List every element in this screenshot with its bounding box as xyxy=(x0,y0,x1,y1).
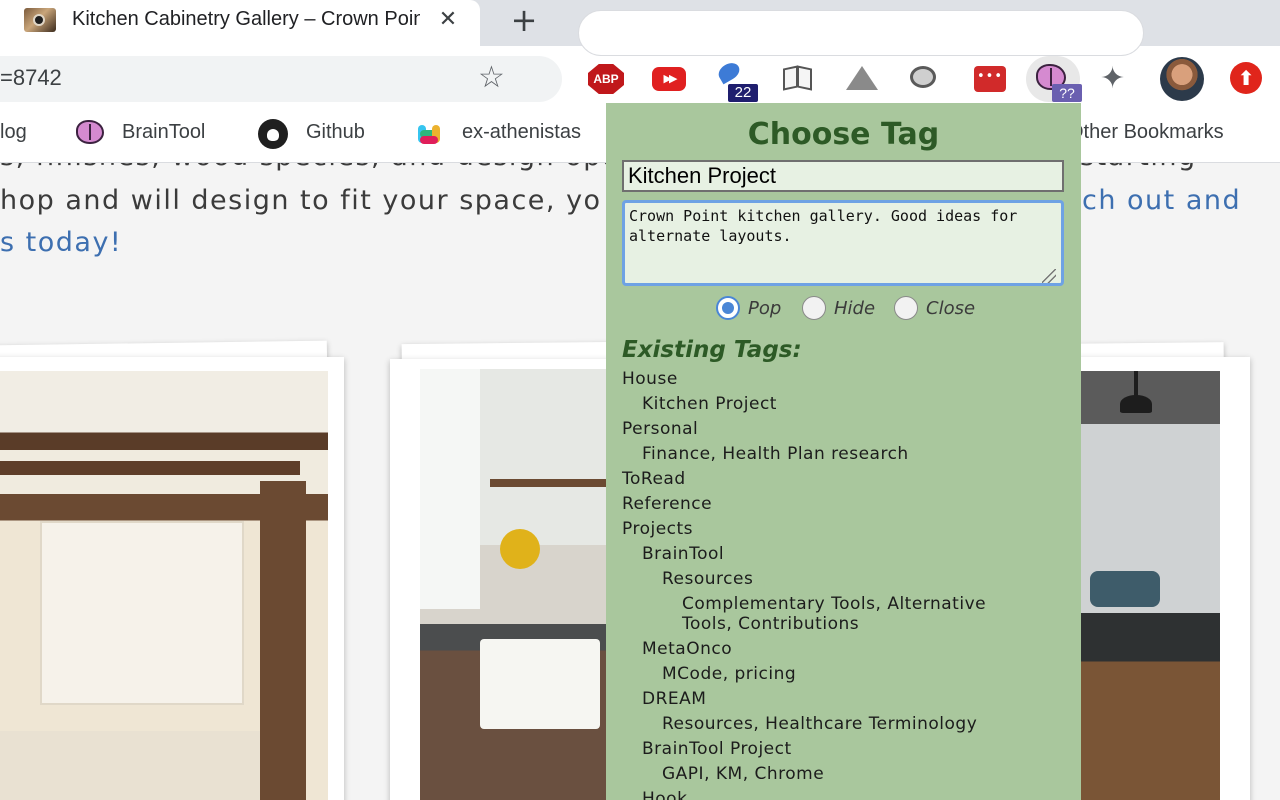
fast-forward-icon[interactable]: ▶▶ xyxy=(652,67,686,91)
radio-hide-button[interactable] xyxy=(802,296,826,320)
radio-close-label: Close xyxy=(926,298,976,319)
kitchen-photo-2 xyxy=(420,369,630,800)
tag-input[interactable]: Kitchen Project xyxy=(622,160,1064,192)
popup-title: Choose Tag xyxy=(747,117,940,152)
slack-icon xyxy=(414,119,444,149)
radio-pop-button[interactable] xyxy=(716,296,740,320)
abp-icon[interactable]: ABP xyxy=(588,64,624,94)
tag-item[interactable]: BrainTool Project xyxy=(642,739,792,759)
radio-close-button[interactable] xyxy=(894,296,918,320)
existing-tags-heading: Existing Tags: xyxy=(622,337,802,363)
braintool-bookmark-icon xyxy=(74,118,104,146)
tag-item[interactable]: MetaOnco xyxy=(642,639,732,659)
avatar[interactable] xyxy=(1160,57,1204,101)
extensions-pill xyxy=(578,10,1144,56)
bookmark-log[interactable]: log xyxy=(0,120,27,144)
active-tab[interactable]: Kitchen Cabinetry Gallery – Crown Point … xyxy=(0,0,480,46)
choose-tag-popup: Choose Tag Kitchen Project Crown Point k… xyxy=(606,103,1081,800)
star-icon[interactable]: ☆ xyxy=(478,61,505,95)
radio-hide-label: Hide xyxy=(834,298,876,319)
tag-item[interactable]: ToRead xyxy=(622,469,686,489)
key-badge: 22 xyxy=(728,84,758,102)
braintool-badge: ?? xyxy=(1052,84,1082,102)
address-bar[interactable]: =8742 ☆ xyxy=(0,56,562,102)
update-icon[interactable]: ⬆ xyxy=(1230,62,1262,94)
bookmark-other[interactable]: Other Bookmarks xyxy=(1068,120,1224,144)
tag-item[interactable]: House xyxy=(622,369,678,389)
kitchen-photo-3 xyxy=(1080,371,1220,800)
lens-icon[interactable] xyxy=(910,66,940,92)
tag-item[interactable]: Complementary Tools, Alternative Tools, … xyxy=(682,594,1032,634)
tag-item[interactable]: DREAM xyxy=(642,689,706,709)
tag-item[interactable]: Hook xyxy=(642,789,687,800)
tag-item[interactable]: Resources xyxy=(662,569,753,589)
drive-icon[interactable] xyxy=(846,66,878,92)
gallery-frame-1[interactable] xyxy=(0,357,344,800)
textarea-resize-handle[interactable] xyxy=(1042,269,1056,283)
tag-item[interactable]: Resources, Healthcare Terminology xyxy=(662,714,977,734)
book-icon[interactable] xyxy=(782,63,814,93)
page-text-line-1: s, finishes, wood species, and design op… xyxy=(0,163,675,172)
tag-item[interactable]: Kitchen Project xyxy=(642,394,777,414)
kitchen-photo-1 xyxy=(0,371,328,800)
tag-item[interactable]: MCode, pricing xyxy=(662,664,796,684)
tag-item[interactable]: Finance, Health Plan research xyxy=(642,444,909,464)
radio-pop-label: Pop xyxy=(748,298,782,319)
note-textarea[interactable]: Crown Point kitchen gallery. Good ideas … xyxy=(622,200,1064,286)
bookmark-ex-athenistas[interactable]: ex-athenistas xyxy=(462,120,581,144)
page-link-reach-out[interactable]: ch out and xyxy=(1082,185,1241,216)
page-text-line-1-end: starting xyxy=(1080,163,1197,172)
tag-item[interactable]: Projects xyxy=(622,519,693,539)
gallery-frame-2[interactable] xyxy=(390,359,630,800)
tab-favicon xyxy=(24,8,56,32)
tag-item[interactable]: GAPI, KM, Chrome xyxy=(662,764,824,784)
page-text-line-2: hop and will design to fit your space, y… xyxy=(0,185,602,216)
bookmark-braintool[interactable]: BrainTool xyxy=(122,120,205,144)
url-text[interactable]: =8742 xyxy=(0,65,62,91)
bookmark-github[interactable]: Github xyxy=(306,120,365,144)
tag-item[interactable]: Personal xyxy=(622,419,698,439)
tab-close-icon[interactable]: ✕ xyxy=(436,6,460,34)
gallery-frame-3[interactable] xyxy=(1060,357,1250,800)
tag-item[interactable]: BrainTool xyxy=(642,544,724,564)
puzzle-icon[interactable]: ✦ xyxy=(1100,62,1125,96)
new-tab-button[interactable]: + xyxy=(508,3,540,37)
tag-item[interactable]: Reference xyxy=(622,494,712,514)
lastpass-icon[interactable]: ••• xyxy=(974,66,1006,92)
page-link-today[interactable]: s today! xyxy=(0,227,122,258)
tab-title: Kitchen Cabinetry Gallery – Crown Point xyxy=(72,8,420,30)
github-icon xyxy=(258,119,288,149)
